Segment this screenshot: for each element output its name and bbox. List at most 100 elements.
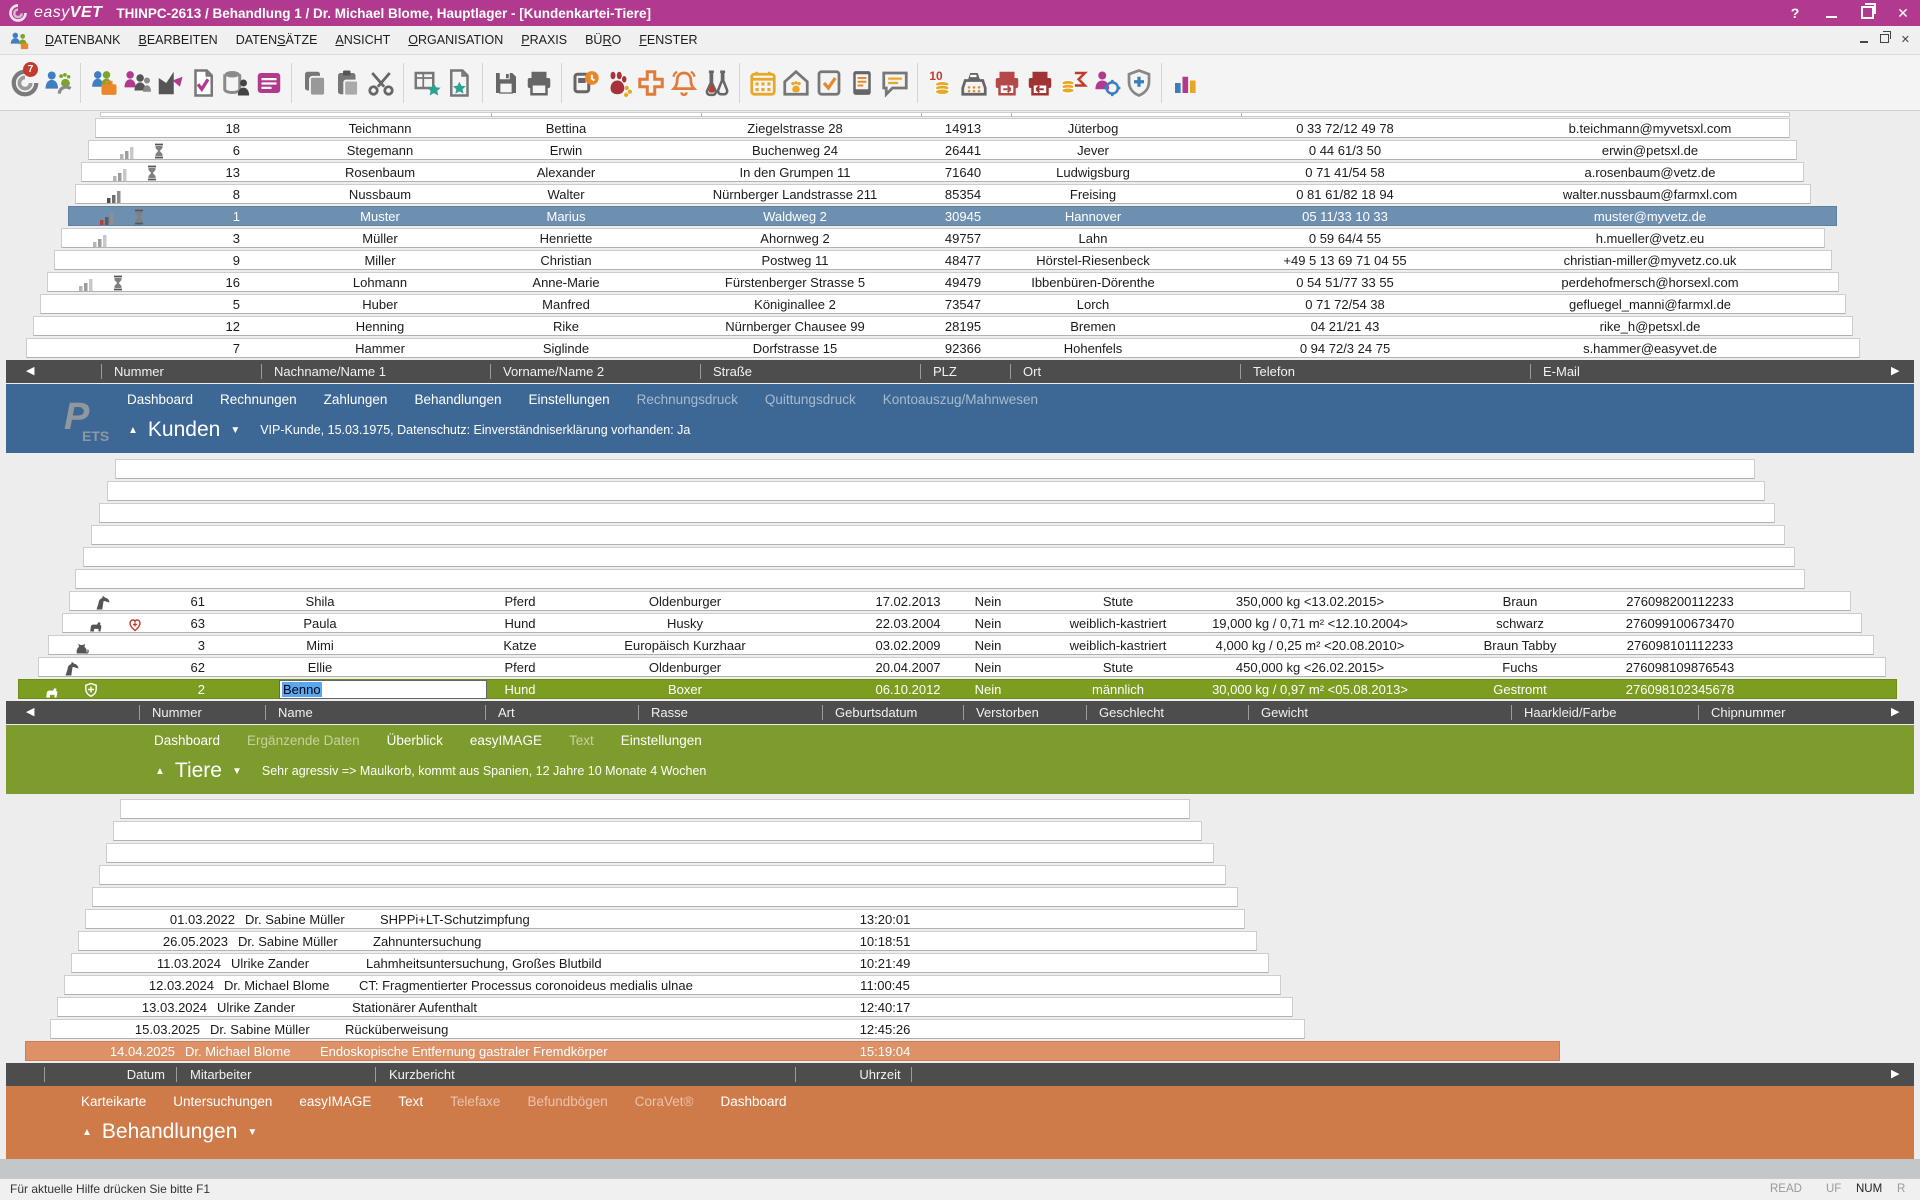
tab-befundb-gen[interactable]: Befundbögen bbox=[527, 1094, 607, 1109]
animal-row-empty[interactable] bbox=[0, 503, 1920, 524]
payment-print-icon[interactable] bbox=[1023, 60, 1056, 106]
menu-bearbeiten[interactable]: BEARBEITEN bbox=[129, 33, 226, 47]
customer-row[interactable]: 8NussbaumWalterNürnberger Landstrasse 21… bbox=[0, 184, 1920, 205]
menu-organisation[interactable]: ORGANISATION bbox=[399, 33, 512, 47]
customer-row[interactable]: 5HuberManfredKöniginallee 273547Lorch0 7… bbox=[0, 294, 1920, 315]
help-button[interactable]: ? bbox=[1786, 4, 1804, 22]
collapse-down-icon[interactable]: ▼ bbox=[232, 766, 242, 777]
statistics-bars-icon[interactable] bbox=[1168, 60, 1201, 106]
copy-icon[interactable] bbox=[298, 60, 331, 106]
collapse-down-icon[interactable]: ▼ bbox=[230, 425, 240, 436]
close-button[interactable]: ✕ bbox=[1894, 4, 1912, 22]
tab-erg-nzende-daten[interactable]: Ergänzende Daten bbox=[247, 733, 360, 748]
animal-row-empty[interactable] bbox=[0, 569, 1920, 590]
animal-row[interactable]: 62ElliePferdOldenburger20.04.2007NeinStu… bbox=[0, 657, 1920, 678]
treatment-row[interactable]: 11.03.2024Ulrike ZanderLahmheitsuntersuc… bbox=[0, 953, 1920, 974]
animal-row[interactable]: 61ShilaPferdOldenburger17.02.2013NeinStu… bbox=[0, 591, 1920, 612]
tab-behandlungen[interactable]: Behandlungen bbox=[414, 392, 501, 407]
mdi-close-button[interactable]: ✕ bbox=[1901, 33, 1910, 47]
treatment-row[interactable]: 01.03.2022Dr. Sabine MüllerSHPPi+LT-Schu… bbox=[0, 909, 1920, 930]
animal-row[interactable]: 63PaulaHundHusky22.03.2004Neinweiblich-k… bbox=[0, 613, 1920, 634]
tab--berblick[interactable]: Überblick bbox=[387, 733, 443, 748]
animal-row-empty[interactable] bbox=[0, 525, 1920, 546]
menu-praxis[interactable]: PRAXIS bbox=[512, 33, 576, 47]
shield-cross-icon[interactable] bbox=[1122, 60, 1155, 106]
customer-row[interactable]: 13RosenbaumAlexanderIn den Grumpen 11716… bbox=[0, 162, 1920, 183]
table-import-icon[interactable] bbox=[410, 60, 443, 106]
collapse-up-icon[interactable]: ▲ bbox=[155, 766, 165, 777]
document-star-icon[interactable] bbox=[443, 60, 476, 106]
customer-row[interactable]: 12HenningRikeNürnberger Chausee 9928195B… bbox=[0, 316, 1920, 337]
tab-rechnungen[interactable]: Rechnungen bbox=[220, 392, 297, 407]
alarm-bell-icon[interactable] bbox=[667, 60, 700, 106]
tab-kontoauszug-mahnwesen[interactable]: Kontoauszug/Mahnwesen bbox=[883, 392, 1038, 407]
cash-register-icon[interactable] bbox=[957, 60, 990, 106]
mdi-minimize-button[interactable] bbox=[1860, 33, 1868, 47]
invoice-print-icon[interactable] bbox=[990, 60, 1023, 106]
menu-datensätze[interactable]: DATENSÄTZE bbox=[227, 33, 327, 47]
calendar-icon[interactable] bbox=[746, 60, 779, 106]
message-bubble-icon[interactable] bbox=[878, 60, 911, 106]
mdi-restore-button[interactable] bbox=[1880, 33, 1889, 47]
animal-row-empty[interactable] bbox=[0, 459, 1920, 480]
treatment-row[interactable]: 14.04.2025Dr. Michael BlomeEndoskopische… bbox=[0, 1041, 1920, 1062]
menu-büro[interactable]: BÜRO bbox=[576, 33, 630, 47]
sum-coins-icon[interactable] bbox=[1056, 60, 1089, 106]
menu-datenbank[interactable]: DATENBANK bbox=[36, 33, 129, 47]
animal-name-input[interactable]: Benno bbox=[279, 680, 487, 699]
paw-warning-icon[interactable] bbox=[601, 60, 634, 106]
print-icon[interactable] bbox=[522, 60, 555, 106]
scroll-right-icon[interactable]: ▶ bbox=[1891, 701, 1899, 724]
scroll-right-icon[interactable]: ▶ bbox=[1891, 1063, 1899, 1086]
save-icon[interactable] bbox=[489, 60, 522, 106]
tab-einstellungen[interactable]: Einstellungen bbox=[529, 392, 610, 407]
document-check-icon[interactable] bbox=[186, 60, 219, 106]
restore-button[interactable] bbox=[1858, 4, 1876, 22]
treatment-row[interactable]: 15.03.2025Dr. Sabine MüllerRücküberweisu… bbox=[0, 1019, 1920, 1040]
collapse-up-icon[interactable]: ▲ bbox=[82, 1127, 92, 1138]
tab-dashboard[interactable]: Dashboard bbox=[127, 392, 193, 407]
notifications-icon[interactable]: 7 bbox=[8, 60, 41, 106]
worklist-icon[interactable] bbox=[252, 60, 285, 106]
animal-row[interactable]: Benno2HundBoxer06.10.2012Neinmännlich30,… bbox=[0, 679, 1920, 700]
customer-row[interactable]: 18TeichmannBettinaZiegelstrasse 2814913J… bbox=[0, 118, 1920, 139]
treatment-row-empty[interactable] bbox=[0, 843, 1920, 864]
tab-telefaxe[interactable]: Telefaxe bbox=[450, 1094, 500, 1109]
tab-einstellungen[interactable]: Einstellungen bbox=[621, 733, 702, 748]
tab-zahlungen[interactable]: Zahlungen bbox=[324, 392, 388, 407]
lab-tubes-icon[interactable] bbox=[700, 60, 733, 106]
scroll-left-icon[interactable]: ◀ bbox=[26, 701, 34, 724]
tab-text[interactable]: Text bbox=[569, 733, 594, 748]
database-person-icon[interactable] bbox=[219, 60, 252, 106]
customer-row[interactable]: 1MusterMariusWaldweg 230945Hannover05 11… bbox=[0, 206, 1920, 227]
treatment-row-empty[interactable] bbox=[0, 865, 1920, 886]
treatment-row[interactable]: 26.05.2023Dr. Sabine MüllerZahnuntersuch… bbox=[0, 931, 1920, 952]
paste-icon[interactable] bbox=[331, 60, 364, 106]
customer-row[interactable]: 9MillerChristianPostweg 1148477Hörstel-R… bbox=[0, 250, 1920, 271]
treatment-row-empty[interactable] bbox=[0, 821, 1920, 842]
customer-search-paw-icon[interactable] bbox=[41, 60, 74, 106]
tab-rechnungsdruck[interactable]: Rechnungsdruck bbox=[637, 392, 738, 407]
treatment-row-empty[interactable] bbox=[0, 799, 1920, 820]
treatment-row[interactable]: 12.03.2024Dr. Michael BlomeCT: Fragmenti… bbox=[0, 975, 1920, 996]
task-check-icon[interactable] bbox=[812, 60, 845, 106]
scroll-left-icon[interactable]: ◀ bbox=[26, 360, 34, 383]
minimize-button[interactable] bbox=[1822, 4, 1840, 22]
tablet-note-icon[interactable] bbox=[845, 60, 878, 106]
animal-row-empty[interactable] bbox=[0, 547, 1920, 568]
collapse-down-icon[interactable]: ▼ bbox=[247, 1127, 257, 1138]
menu-ansicht[interactable]: ANSICHT bbox=[326, 33, 399, 47]
price-coins-icon[interactable]: 10 bbox=[924, 60, 957, 106]
treatment-row[interactable]: 13.03.2024Ulrike ZanderStationärer Aufen… bbox=[0, 997, 1920, 1018]
tab-text[interactable]: Text bbox=[398, 1094, 423, 1109]
device-clock-icon[interactable] bbox=[568, 60, 601, 106]
staff-briefcase-icon[interactable] bbox=[87, 60, 120, 106]
person-target-icon[interactable] bbox=[1089, 60, 1122, 106]
statistics-pointer-icon[interactable] bbox=[153, 60, 186, 106]
tab-dashboard[interactable]: Dashboard bbox=[154, 733, 220, 748]
collapse-up-icon[interactable]: ▲ bbox=[128, 425, 138, 436]
tab-dashboard[interactable]: Dashboard bbox=[721, 1094, 787, 1109]
tab-karteikarte[interactable]: Karteikarte bbox=[81, 1094, 146, 1109]
tab-quittungsdruck[interactable]: Quittungsdruck bbox=[765, 392, 856, 407]
tab-easyimage[interactable]: easyIMAGE bbox=[299, 1094, 371, 1109]
